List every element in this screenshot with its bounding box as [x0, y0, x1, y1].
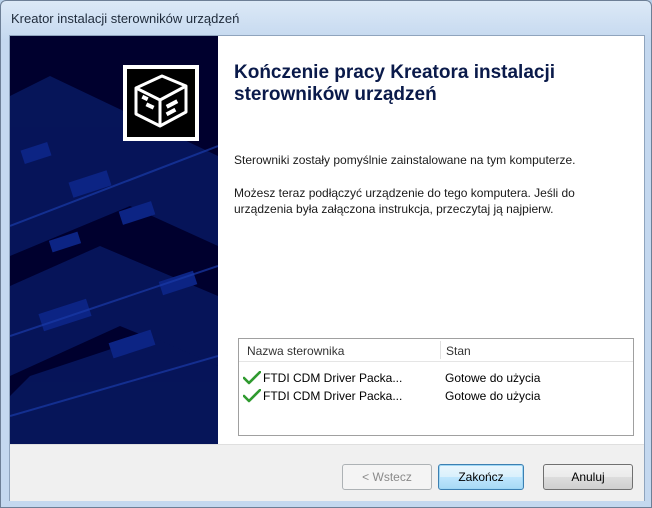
- checkmark-icon: [243, 389, 261, 403]
- window-title: Kreator instalacji sterowników urządzeń: [11, 11, 240, 26]
- driver-list[interactable]: Nazwa sterownika Stan FTDI CDM Driver Pa…: [238, 338, 634, 436]
- wizard-side-banner: [10, 36, 218, 444]
- table-header: Nazwa sterownika Stan: [239, 339, 633, 362]
- table-row[interactable]: FTDI CDM Driver Packa... Gotowe do użyci…: [239, 369, 633, 387]
- wizard-button-bar: < Wstecz Zakończ Anuluj: [10, 444, 644, 501]
- wizard-main-panel: Kończenie pracy Kreatora instalacji ster…: [218, 36, 644, 444]
- success-message: Sterowniki zostały pomyślnie zainstalowa…: [234, 153, 576, 167]
- back-button[interactable]: < Wstecz: [342, 464, 432, 490]
- wizard-window: Kreator instalacji sterowników urządzeń: [0, 0, 652, 508]
- driver-name-cell: FTDI CDM Driver Packa...: [263, 389, 403, 403]
- table-row[interactable]: FTDI CDM Driver Packa... Gotowe do użyci…: [239, 387, 633, 405]
- title-bar[interactable]: Kreator instalacji sterowników urządzeń: [1, 1, 651, 35]
- driver-status-cell: Gotowe do użycia: [445, 389, 541, 403]
- page-title: Kończenie pracy Kreatora instalacji ster…: [234, 62, 556, 105]
- cancel-button[interactable]: Anuluj: [543, 464, 633, 490]
- column-header-status[interactable]: Stan: [446, 344, 471, 358]
- driver-name-cell: FTDI CDM Driver Packa...: [263, 371, 403, 385]
- column-header-driver-name[interactable]: Nazwa sterownika: [247, 344, 344, 358]
- finish-button[interactable]: Zakończ: [438, 464, 524, 490]
- column-divider: [440, 341, 441, 359]
- hardware-icon: [122, 64, 200, 142]
- wizard-client-area: Kończenie pracy Kreatora instalacji ster…: [9, 35, 645, 501]
- instruction-message: Możesz teraz podłączyć urządzenie do teg…: [234, 186, 575, 216]
- checkmark-icon: [243, 371, 261, 385]
- driver-status-cell: Gotowe do użycia: [445, 371, 541, 385]
